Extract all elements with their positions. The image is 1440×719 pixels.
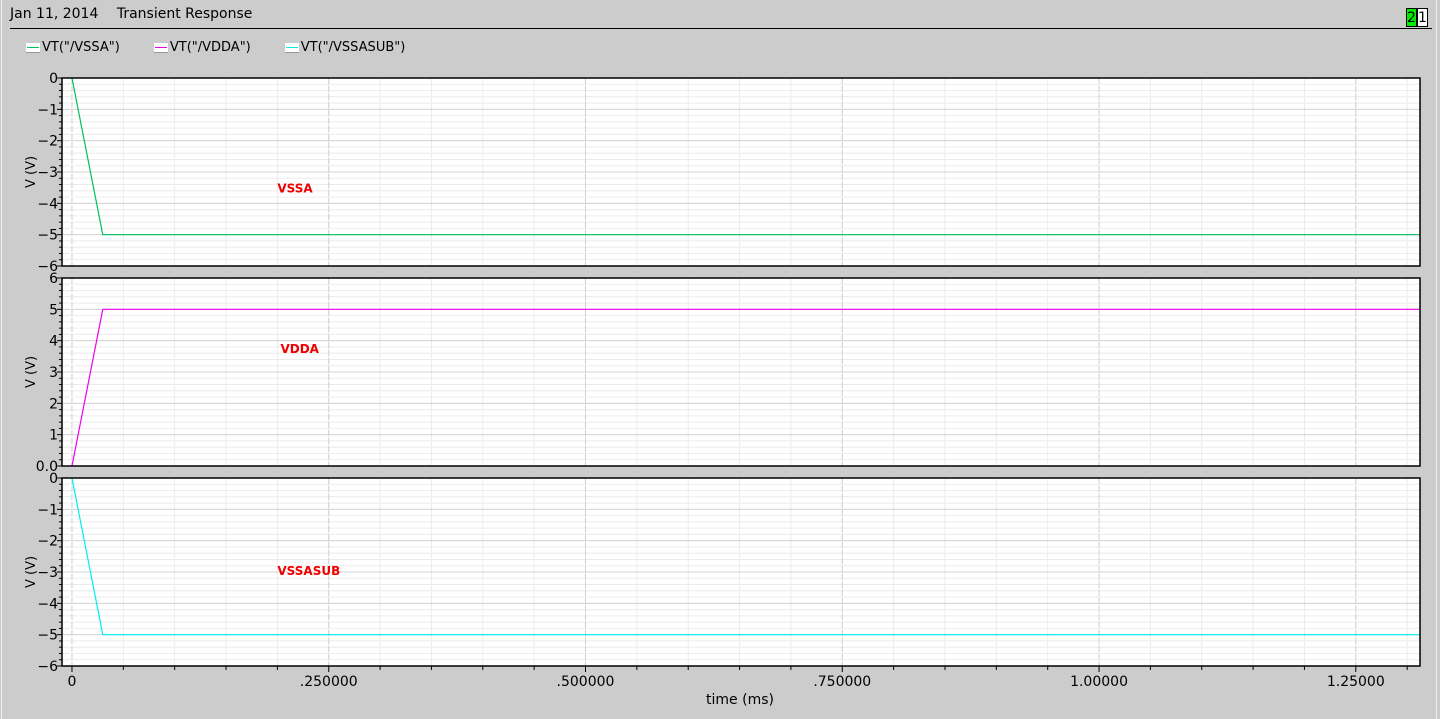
y-axis-label: V (V) (24, 156, 39, 188)
y-axis-label: V (V) (24, 556, 39, 588)
y-tick-label: −3 (37, 565, 58, 581)
y-tick-label: −2 (37, 134, 58, 150)
panel-vssa: 0−1−2−3−4−5−6V (V)VSSA (24, 71, 1421, 275)
y-tick-label: −1 (37, 502, 58, 518)
panel-vdda: 6543210.0V (V)VDDA (24, 271, 1421, 475)
y-tick-label: −4 (37, 196, 58, 212)
y-tick-label: 4 (49, 334, 58, 350)
x-tick-label: 0 (68, 674, 77, 690)
y-tick-label: 5 (49, 302, 58, 318)
x-tick-label: 1.25000 (1327, 674, 1385, 690)
y-tick-label: −2 (37, 534, 58, 550)
x-axis-label: time (ms) (706, 692, 774, 708)
annotation-vssasub: VSSASUB (277, 564, 340, 578)
annotation-vssa: VSSA (277, 181, 313, 195)
y-tick-label: 2 (49, 396, 58, 412)
chart-area: 0−1−2−3−4−5−6V (V)VSSA6543210.0V (V)VDDA… (24, 71, 1421, 708)
y-axis-label: V (V) (24, 356, 39, 388)
x-tick-label: .250000 (300, 674, 358, 690)
y-tick-label: −5 (37, 228, 58, 244)
y-tick-label: 0 (49, 71, 58, 87)
y-tick-label: −4 (37, 596, 58, 612)
y-tick-label: −3 (37, 165, 58, 181)
x-tick-label: .750000 (813, 674, 871, 690)
panel-vssasub: 0 −1 −2 −3 −4 −5 −6 V (V) VSSASUB (24, 471, 1421, 675)
x-tick-label: 1.00000 (1070, 674, 1128, 690)
y-tick-label: −6 (37, 659, 58, 675)
y-tick-label: 0 (49, 471, 58, 487)
y-tick-label: −5 (37, 628, 58, 644)
y-tick-label: −1 (37, 102, 58, 118)
y-tick-label: 3 (49, 365, 58, 381)
annotation-vdda: VDDA (280, 342, 319, 356)
y-tick-label: 6 (49, 271, 58, 287)
y-tick-label: 1 (49, 428, 58, 444)
x-tick-label: .500000 (557, 674, 615, 690)
